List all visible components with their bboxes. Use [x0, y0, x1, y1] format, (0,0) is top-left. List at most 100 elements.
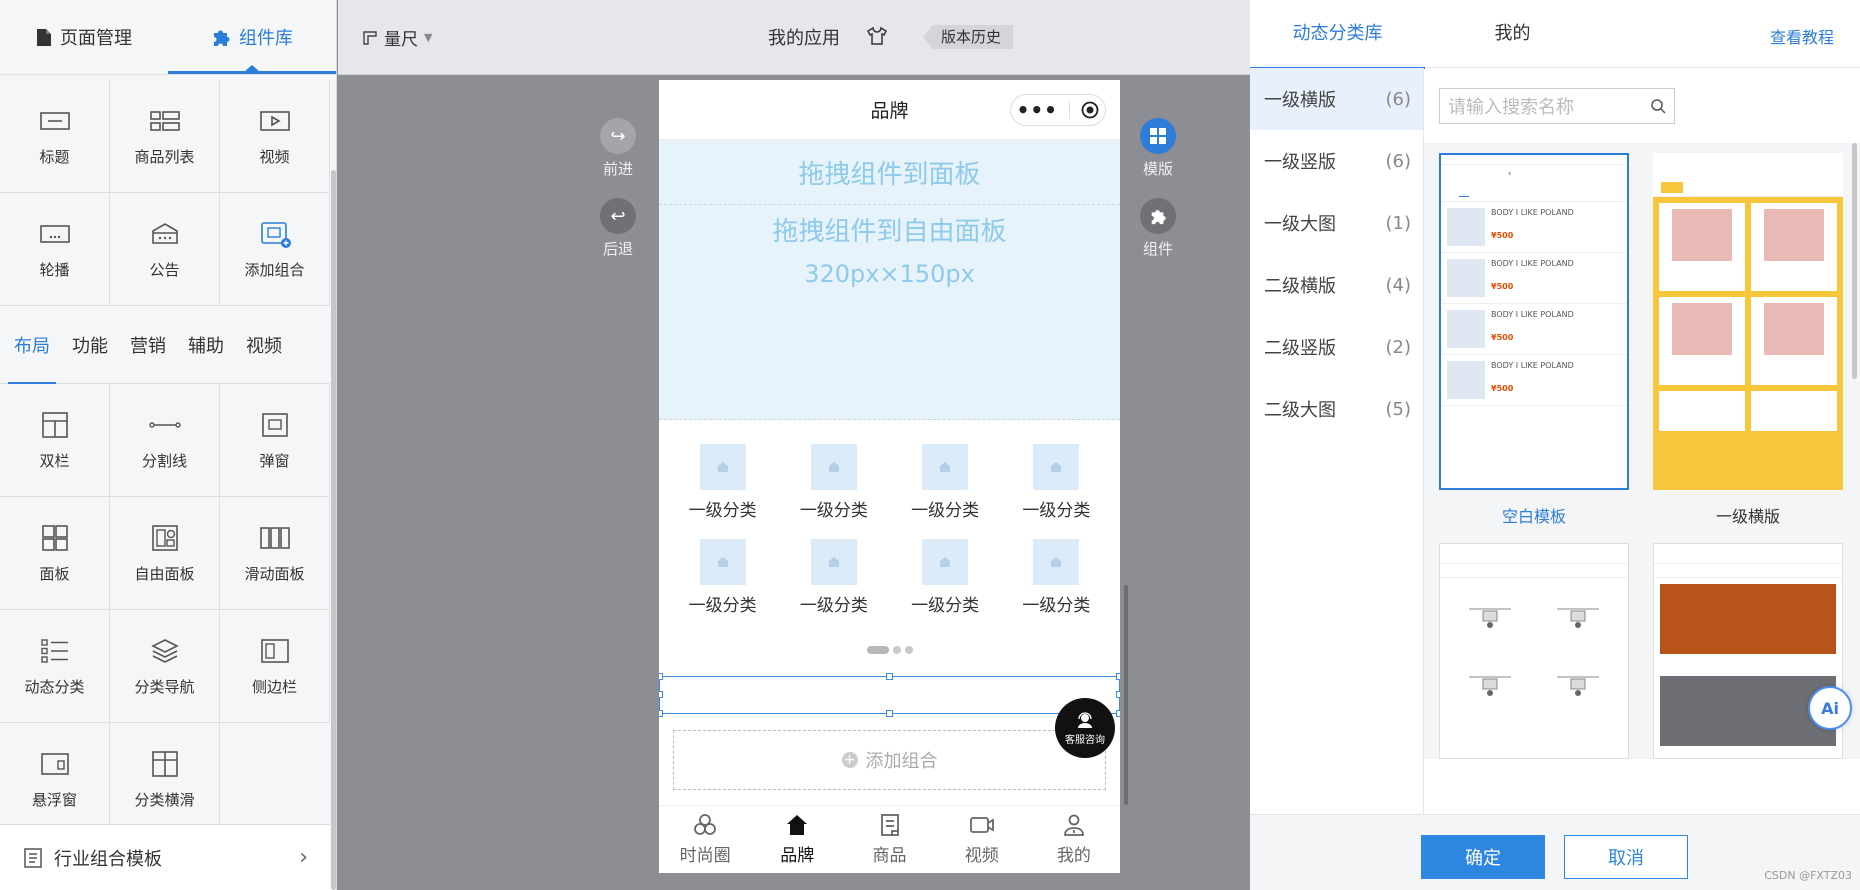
record-icon[interactable] — [1081, 101, 1099, 119]
tabbar-item-brand[interactable]: 品牌 — [751, 806, 843, 873]
category-label: 一级分类 — [799, 596, 868, 616]
component-sidebar-label: 侧边栏 — [251, 677, 297, 696]
component-category-slide[interactable]: 分类横滑 — [110, 723, 220, 836]
resize-handle[interactable] — [1116, 673, 1120, 680]
category-type-item[interactable]: 二级竖版 (2) — [1250, 316, 1423, 378]
tabbar-item-products[interactable]: 商品 — [843, 806, 935, 873]
component-notice[interactable]: 公告 — [110, 193, 220, 306]
category-tab-marketing[interactable]: 营销 — [130, 326, 166, 364]
mini-program-capsule[interactable]: ••• — [1010, 94, 1106, 126]
component-sidebar[interactable]: 侧边栏 — [220, 610, 330, 723]
category-item[interactable]: 一级分类 — [778, 444, 889, 521]
tab-page-management-label: 页面管理 — [60, 28, 132, 49]
left-scrollbar[interactable] — [331, 170, 336, 890]
industry-template-bar[interactable]: 行业组合模板 › — [0, 824, 330, 890]
category-tab-auxiliary[interactable]: 辅助 — [188, 326, 224, 364]
resize-handle[interactable] — [1116, 691, 1120, 698]
resize-handle[interactable] — [1116, 710, 1120, 717]
template-button[interactable]: 模版 — [1140, 118, 1176, 179]
industry-template-label: 行业组合模板 — [54, 848, 162, 870]
shirt-icon[interactable] — [866, 25, 888, 47]
component-product-list[interactable]: 商品列表 — [110, 80, 220, 193]
component-popup[interactable]: 弹窗 — [220, 384, 330, 497]
back-button[interactable]: ↩ 后退 — [600, 198, 636, 259]
template-card-business[interactable] — [1653, 543, 1843, 759]
placeholder-image-icon — [922, 444, 969, 490]
component-carousel[interactable]: 轮播 — [0, 193, 110, 306]
category-item[interactable]: 一级分类 — [1001, 539, 1112, 616]
template-card-drone[interactable] — [1439, 543, 1629, 759]
component-two-column[interactable]: 双栏 — [0, 384, 110, 497]
category-tab-layout[interactable]: 布局 — [8, 326, 56, 384]
category-type-item[interactable]: 一级大图 (1) — [1250, 192, 1423, 254]
component-free-panel[interactable]: 自由面板 — [110, 497, 220, 610]
resize-handle[interactable] — [659, 673, 663, 680]
add-combo-icon — [260, 221, 291, 248]
category-item[interactable]: 一级分类 — [1001, 444, 1112, 521]
tab-page-management[interactable]: 页面管理 — [0, 0, 168, 74]
category-type-count: (6) — [1385, 88, 1412, 110]
category-type-item[interactable]: 一级竖版 (6) — [1250, 130, 1423, 192]
free-panel-drop-zone[interactable]: 拖拽组件到自由面板 320px×150px — [659, 205, 1120, 420]
more-dots-icon[interactable]: ••• — [1017, 98, 1058, 122]
resize-handle[interactable] — [659, 691, 663, 698]
page-icon — [37, 28, 51, 46]
category-type-item[interactable]: 二级横版 (4) — [1250, 254, 1423, 316]
category-tabs: 布局 功能 营销 辅助 视频 — [0, 306, 330, 384]
category-item[interactable]: 一级分类 — [778, 539, 889, 616]
category-tab-video[interactable]: 视频 — [246, 326, 282, 364]
template-label-blank: 空白模板 — [1501, 507, 1566, 526]
component-video[interactable]: 视频 — [220, 80, 330, 193]
tab-component-library[interactable]: 组件库 — [168, 0, 336, 74]
category-item[interactable]: 一级分类 — [890, 539, 1001, 616]
canvas-scrollbar[interactable] — [1124, 585, 1128, 805]
forward-button[interactable]: ↪ 前进 — [600, 118, 636, 179]
customer-service-button[interactable]: 客服咨询 — [1055, 698, 1115, 758]
panel-drop-zone[interactable]: 拖拽组件到面板 — [659, 140, 1120, 205]
category-type-item[interactable]: 一级横版 (6) — [1250, 68, 1423, 130]
component-dynamic-category[interactable]: 动态分类 — [0, 610, 110, 723]
component-slide-panel[interactable]: 滑动面板 — [220, 497, 330, 610]
resize-handle[interactable] — [886, 673, 893, 680]
component-divider[interactable]: 分割线 — [110, 384, 220, 497]
resize-handle[interactable] — [886, 710, 893, 717]
template-card-blank[interactable]: ‹ BODY I LIKE POLAND ¥500 BODY I LIKE POL… — [1439, 153, 1629, 490]
component-category-slide-label: 分类横滑 — [134, 790, 195, 809]
template-card-level1-horizontal[interactable] — [1653, 153, 1843, 490]
tabbar-item-fashion[interactable]: 时尚圈 — [659, 806, 751, 873]
category-item[interactable]: 一级分类 — [667, 444, 778, 521]
layout-components: 双栏 分割线 弹窗 面板 自由面板 滑动面板 动态分类 分类导航 侧边栏 悬浮窗… — [0, 384, 330, 836]
version-history-button[interactable]: 版本历史 — [923, 25, 1014, 49]
resize-handle[interactable] — [659, 710, 663, 717]
component-add-combo[interactable]: 添加组合 — [220, 193, 330, 306]
tabbar-item-video[interactable]: 视频 — [936, 806, 1028, 873]
chevron-right-icon: › — [299, 845, 308, 870]
component-list: 标题 商品列表 视频 轮播 公告 添加组合 布局 功能 营销 辅助 视频 双栏 … — [0, 80, 330, 890]
component-title-label: 标题 — [39, 147, 70, 166]
tab-mine[interactable]: 我的 — [1425, 0, 1600, 68]
category-tab-function[interactable]: 功能 — [72, 326, 108, 364]
view-tutorial-link[interactable]: 查看教程 — [1770, 24, 1834, 48]
tab-dynamic-category-library[interactable]: 动态分类库 — [1250, 0, 1425, 69]
category-item[interactable]: 一级分类 — [667, 539, 778, 616]
selected-component-outline[interactable] — [659, 673, 1120, 717]
ai-assistant-button[interactable]: Ai — [1808, 686, 1852, 730]
ruler-dropdown[interactable]: 量尺 ▼ — [362, 25, 432, 50]
tabbar-item-mine[interactable]: 我的 — [1028, 806, 1120, 873]
add-combo-button[interactable]: + 添加组合 — [673, 730, 1106, 790]
confirm-button[interactable]: 确定 — [1421, 835, 1545, 879]
component-button[interactable]: 组件 — [1140, 198, 1176, 259]
template-search-input[interactable]: 请输入搜索名称 — [1439, 88, 1675, 124]
back-label: 后退 — [602, 240, 633, 258]
cancel-button[interactable]: 取消 — [1564, 835, 1688, 879]
component-title[interactable]: 标题 — [0, 80, 110, 193]
component-product-list-label: 商品列表 — [134, 147, 195, 166]
component-float-window[interactable]: 悬浮窗 — [0, 723, 110, 836]
template-scrollbar[interactable] — [1852, 143, 1857, 379]
search-icon[interactable] — [1650, 98, 1666, 114]
phone-tabbar: 时尚圈 品牌 商品 视频 我的 — [659, 805, 1120, 873]
component-panel[interactable]: 面板 — [0, 497, 110, 610]
category-type-item[interactable]: 二级大图 (5) — [1250, 378, 1423, 440]
component-category-nav[interactable]: 分类导航 — [110, 610, 220, 723]
category-item[interactable]: 一级分类 — [890, 444, 1001, 521]
